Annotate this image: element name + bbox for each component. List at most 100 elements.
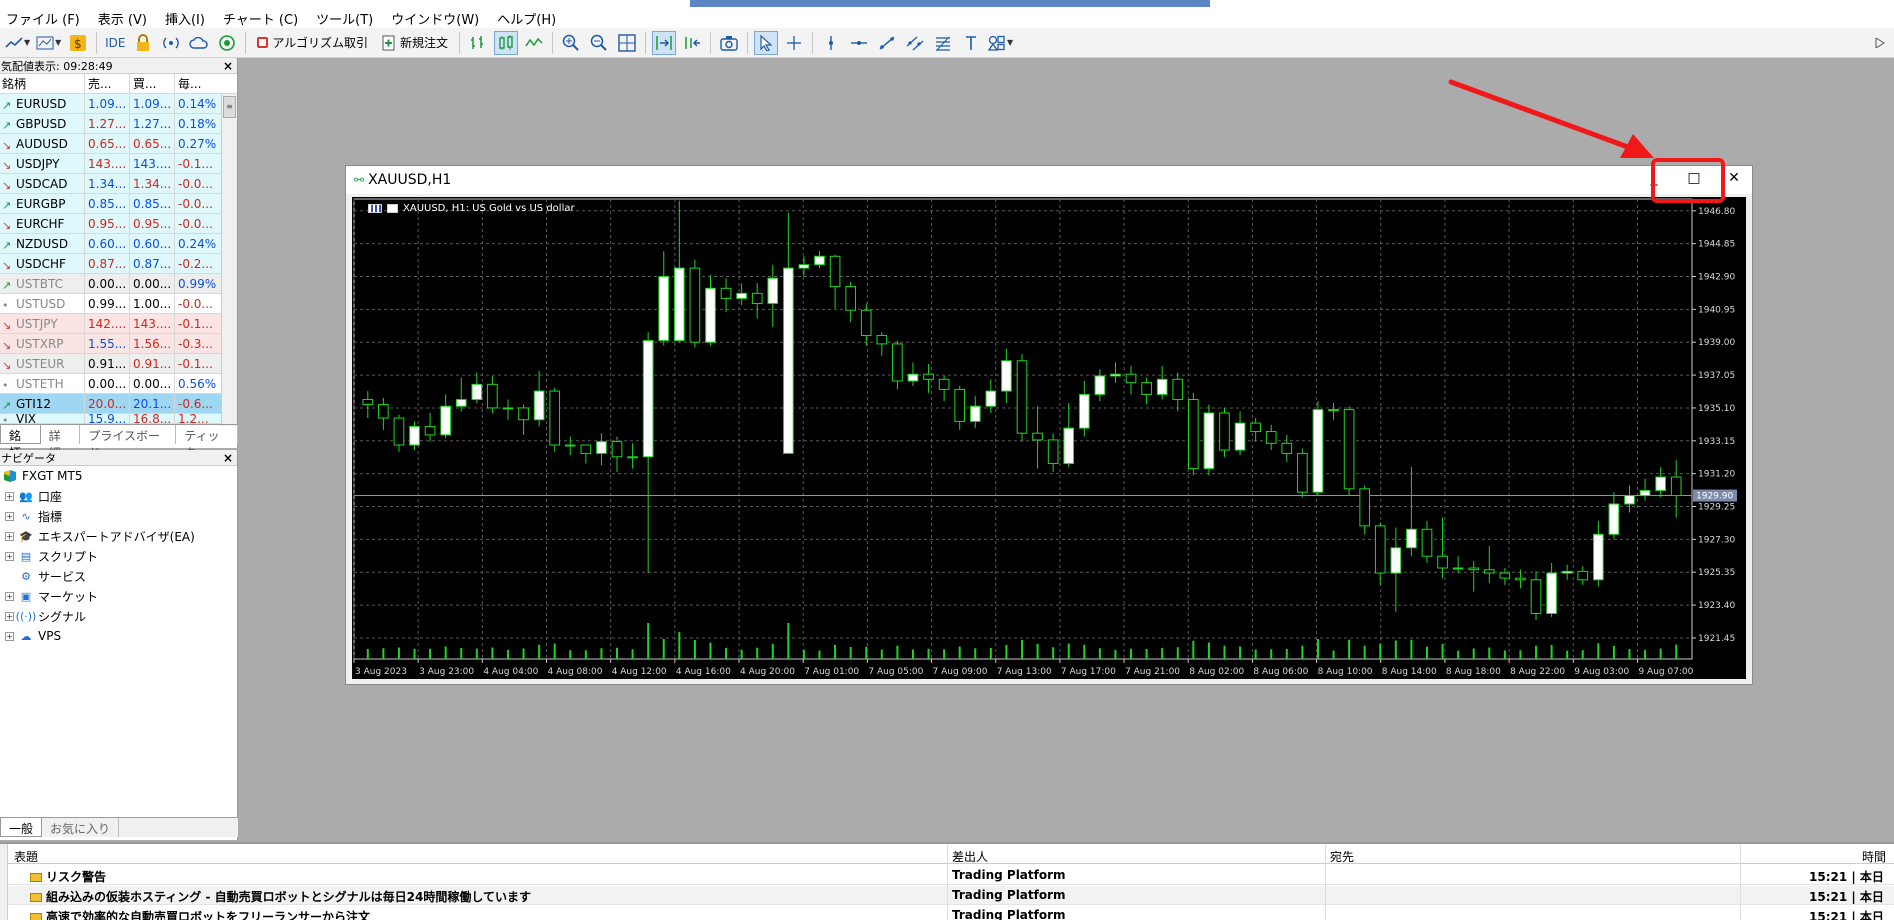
market-icon[interactable] <box>215 31 239 55</box>
vertical-line-icon[interactable] <box>819 31 843 55</box>
tab-general[interactable]: 一般 <box>0 818 43 837</box>
channel-icon[interactable] <box>903 31 927 55</box>
market-watch-row[interactable]: ↘ USTXRP 1.55... 1.56... -0.3... <box>0 334 237 354</box>
column-to[interactable]: 宛先 <box>1330 848 1354 865</box>
toolbar-overflow-icon[interactable] <box>1868 31 1892 55</box>
column-from[interactable]: 差出人 <box>952 848 988 865</box>
zoom-out-icon[interactable] <box>587 31 611 55</box>
navigator-item[interactable]: + ☁ VPS <box>0 626 237 646</box>
expand-icon[interactable]: + <box>5 531 14 541</box>
market-watch-row[interactable]: ↘ USDCAD 1.34... 1.34... -0.0... <box>0 174 237 194</box>
column-time[interactable]: 時間 <box>1862 848 1886 865</box>
navigator-root-label: FXGT MT5 <box>22 469 83 483</box>
market-watch-row[interactable]: ↗ USTBTC 0.00... 0.00... 0.99% <box>0 274 237 294</box>
line-chart-type-icon[interactable] <box>522 31 546 55</box>
navigator-item[interactable]: + ∿ 指標 <box>0 506 237 526</box>
horizontal-line-icon[interactable] <box>847 31 871 55</box>
market-watch-row[interactable]: ↘ USTEUR 0.91... 0.91... -0.1... <box>0 354 237 374</box>
shapes-icon[interactable]: ▼ <box>987 31 1014 55</box>
dollar-icon[interactable]: $ <box>66 31 90 55</box>
market-watch-row[interactable]: ↘ USDJPY 143.... 143.... -0.1... <box>0 154 237 174</box>
navigator-item[interactable]: + ▣ マーケット <box>0 586 237 606</box>
expand-icon[interactable]: + <box>5 591 14 601</box>
expand-icon[interactable]: + <box>5 511 14 521</box>
expand-icon[interactable]: + <box>5 611 14 621</box>
market-watch-scrollbar[interactable] <box>221 94 237 426</box>
indicator-chart-icon[interactable]: ▼ <box>35 31 62 55</box>
market-watch-row[interactable]: • USTUSD 0.99... 1.00... -0.0... <box>0 294 237 314</box>
navigator-item[interactable]: + ▤ スクリプト <box>0 546 237 566</box>
navigator-item-label: サービス <box>38 569 87 584</box>
tab-ticks[interactable]: ティック <box>176 425 238 460</box>
menu-chart[interactable]: チャート (C) <box>217 9 310 28</box>
close-icon[interactable]: × <box>223 451 237 465</box>
toolbar-separator <box>811 31 813 54</box>
fibonacci-icon[interactable] <box>931 31 955 55</box>
tab-favorites[interactable]: お気に入り <box>42 818 120 837</box>
close-icon[interactable]: ✕ <box>1724 170 1744 186</box>
line-chart-icon[interactable]: ▼ <box>4 31 31 55</box>
market-watch-row[interactable]: ↗ NZDUSD 0.60... 0.60... 0.24% <box>0 234 237 254</box>
market-watch-row[interactable]: ↗ EURGBP 0.85... 0.85... -0.0... <box>0 194 237 214</box>
new-order-button[interactable]: 新規注文 <box>377 31 453 55</box>
column-symbol[interactable]: 銘柄 <box>0 75 84 92</box>
market-watch-row[interactable]: ↗ GBPUSD 1.27... 1.27... 0.18% <box>0 114 237 134</box>
tile-windows-icon[interactable] <box>615 31 639 55</box>
text-tool-icon[interactable] <box>959 31 983 55</box>
tab-symbols[interactable]: 銘柄 <box>0 425 41 460</box>
trend-line-icon[interactable] <box>875 31 899 55</box>
lock-icon[interactable] <box>131 31 155 55</box>
column-ask[interactable]: 買... <box>129 74 174 93</box>
navigator-item[interactable]: + 👥 口座 <box>0 486 237 506</box>
menu-tools[interactable]: ツール(T) <box>310 9 385 28</box>
expand-icon[interactable]: + <box>5 631 14 641</box>
crosshair-icon[interactable] <box>782 31 806 55</box>
candle-body <box>1374 525 1386 574</box>
market-watch-row[interactable]: ↗ EURUSD 1.09... 1.09... 0.14% <box>0 94 237 114</box>
x-tick-label: 7 Aug 09:00 <box>933 667 988 677</box>
candle-body <box>378 404 389 419</box>
market-watch-row[interactable]: • USTETH 0.00... 0.00... 0.56% <box>0 374 237 394</box>
navigator-item[interactable]: ⚙ サービス <box>0 566 237 586</box>
menu-file[interactable]: ファイル (F) <box>0 9 92 28</box>
ide-button[interactable]: IDE <box>103 31 127 55</box>
tab-details[interactable]: 詳細 <box>41 425 81 460</box>
expand-icon[interactable]: + <box>5 491 14 501</box>
auto-scroll-icon[interactable] <box>651 30 676 55</box>
menu-insert[interactable]: 挿入(I) <box>159 9 217 28</box>
navigator-item[interactable]: + 🎓 エキスパートアドバイザ(EA) <box>0 526 237 546</box>
menu-window[interactable]: ウインドウ(W) <box>385 9 491 28</box>
chart-shift-icon[interactable] <box>680 31 704 55</box>
screenshot-icon[interactable] <box>717 31 741 55</box>
candlestick-chart-icon[interactable] <box>493 30 518 55</box>
algo-trading-button[interactable]: アルゴリズム取引 <box>252 31 373 55</box>
column-bid[interactable]: 売... <box>84 74 129 93</box>
zoom-in-icon[interactable] <box>559 31 583 55</box>
column-change[interactable]: 毎... <box>174 74 217 93</box>
candlestick-chart[interactable]: 1946.80 1944.85 1942.90 1940.95 1939.00 1937.… <box>352 197 1746 679</box>
navigator-root[interactable]: FXGT MT5 <box>0 466 237 486</box>
cursor-icon[interactable] <box>753 30 778 55</box>
navigator-item[interactable]: + ((·)) シグナル <box>0 606 237 626</box>
menu-help[interactable]: ヘルプ(H) <box>491 9 568 28</box>
cloud-icon[interactable] <box>187 31 211 55</box>
menu-view[interactable]: 表示 (V) <box>92 9 159 28</box>
bar-chart-icon[interactable] <box>466 31 490 55</box>
toolbox-panel: 表題 差出人 宛先 時間 リスク警告 Trading Platform 15:21 … <box>0 842 1894 920</box>
change-cell: 1.2... <box>174 414 217 423</box>
chart-plot-area[interactable]: 1946.80 1944.85 1942.90 1940.95 1939.00 1937.… <box>352 197 1746 679</box>
market-watch-row[interactable]: ↘ AUDUSD 0.65... 0.65... 0.27% <box>0 134 237 154</box>
tab-price-board[interactable]: プライスボード <box>80 425 177 460</box>
signal-icon[interactable] <box>159 31 183 55</box>
chart-window-titlebar[interactable]: ⚯ XAUUSD,H1 _ □ ✕ <box>346 166 1752 194</box>
close-icon[interactable]: × <box>223 59 237 73</box>
market-watch-row[interactable]: • VIX 15.9... 16.8... 1.2... <box>0 414 237 424</box>
market-watch-row[interactable]: ↘ EURCHF 0.95... 0.95... -0.0... <box>0 214 237 234</box>
column-subject[interactable]: 表題 <box>14 848 38 865</box>
market-watch-row[interactable]: ↘ USTJPY 142.... 143.... -0.1... <box>0 314 237 334</box>
market-watch-row[interactable]: ↗ GTI12 20.0... 20.1... -0.6... <box>0 394 237 414</box>
market-watch-row[interactable]: ↘ USDCHF 0.87... 0.87... -0.2... <box>0 254 237 274</box>
expand-icon[interactable]: + <box>5 551 14 561</box>
scrollbar-thumb[interactable]: ≡ <box>223 96 236 118</box>
candle-body <box>798 264 810 269</box>
